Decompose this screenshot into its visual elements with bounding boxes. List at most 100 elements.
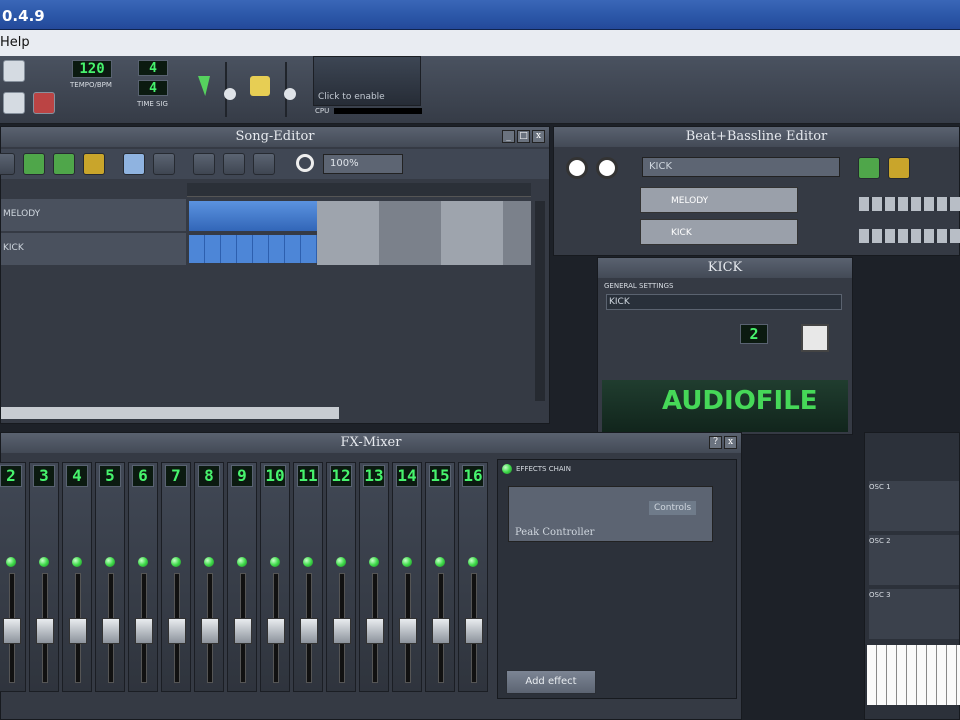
volume-slider[interactable] bbox=[224, 62, 241, 117]
mixer-channel-strip[interactable]: 8 bbox=[194, 462, 224, 692]
mute-led[interactable] bbox=[468, 557, 478, 567]
melody-pattern[interactable] bbox=[189, 201, 317, 231]
add-automation-button[interactable] bbox=[83, 153, 105, 175]
fader-handle[interactable] bbox=[3, 618, 21, 644]
insert-bar-button[interactable] bbox=[193, 153, 215, 175]
minimize-icon[interactable]: _ bbox=[502, 130, 515, 143]
pitch-icon[interactable] bbox=[250, 76, 270, 96]
fader-handle[interactable] bbox=[399, 618, 417, 644]
cpu-graph[interactable]: Click to enable bbox=[313, 56, 421, 106]
mixer-channel-strip[interactable]: 5 bbox=[95, 462, 125, 692]
mixer-channel-strip[interactable]: 15 bbox=[425, 462, 455, 692]
remove-bar-button[interactable] bbox=[223, 153, 245, 175]
autoscroll-button[interactable] bbox=[253, 153, 275, 175]
draw-mode-button[interactable] bbox=[123, 153, 145, 175]
mixer-channel-strip[interactable]: 14 bbox=[392, 462, 422, 692]
save-preset-icon[interactable] bbox=[801, 324, 829, 352]
fader-handle[interactable] bbox=[102, 618, 120, 644]
mixer-channel-strip[interactable]: 2 bbox=[0, 462, 26, 692]
mute-led[interactable] bbox=[39, 557, 49, 567]
fader-handle[interactable] bbox=[234, 618, 252, 644]
add-effect-button[interactable]: Add effect bbox=[506, 670, 596, 694]
fader-handle[interactable] bbox=[69, 618, 87, 644]
mute-led[interactable] bbox=[435, 557, 445, 567]
mute-led[interactable] bbox=[138, 557, 148, 567]
track-row[interactable]: MELODY bbox=[1, 199, 186, 231]
bb-stop-button[interactable] bbox=[596, 157, 618, 179]
controls-button[interactable]: Controls bbox=[649, 501, 697, 515]
timesig-bottom[interactable]: 4 bbox=[138, 80, 168, 96]
empty-bars[interactable] bbox=[317, 201, 531, 265]
osc-panel[interactable]: OSC 2 bbox=[869, 535, 959, 585]
mixer-channel-strip[interactable]: 11 bbox=[293, 462, 323, 692]
add-steps-button[interactable] bbox=[888, 157, 910, 179]
mute-led[interactable] bbox=[171, 557, 181, 567]
fader-handle[interactable] bbox=[432, 618, 450, 644]
mixer-channel-strip[interactable]: 4 bbox=[62, 462, 92, 692]
pattern-select[interactable]: KICK bbox=[642, 157, 840, 177]
song-scrollbar-h[interactable] bbox=[1, 407, 339, 419]
bb-track[interactable]: MELODY bbox=[640, 187, 798, 213]
instrument-name-field[interactable]: KICK bbox=[606, 294, 842, 310]
mute-led[interactable] bbox=[204, 557, 214, 567]
pitch-slider[interactable] bbox=[284, 62, 301, 117]
fx-channel-display[interactable]: 2 bbox=[740, 324, 768, 344]
mute-led[interactable] bbox=[72, 557, 82, 567]
close-icon[interactable]: x bbox=[724, 436, 737, 449]
zoom-select[interactable]: 100% bbox=[323, 154, 403, 174]
osc-panel[interactable]: OSC 3 bbox=[869, 589, 959, 639]
osc-panel[interactable]: OSC 1 bbox=[869, 481, 959, 531]
mute-led[interactable] bbox=[270, 557, 280, 567]
mixer-channel-strip[interactable]: 10 bbox=[260, 462, 290, 692]
piano-keys[interactable] bbox=[867, 645, 960, 705]
mixer-channel-strip[interactable]: 13 bbox=[359, 462, 389, 692]
master-volume-icon[interactable] bbox=[198, 76, 210, 96]
add-sample-track-button[interactable] bbox=[53, 153, 75, 175]
mixer-channel-strip[interactable]: 12 bbox=[326, 462, 356, 692]
mute-led[interactable] bbox=[336, 557, 346, 567]
track-row[interactable]: KICK bbox=[1, 233, 186, 265]
mute-led[interactable] bbox=[402, 557, 412, 567]
song-scrollbar-v[interactable] bbox=[535, 201, 545, 401]
effects-chain-led[interactable] bbox=[502, 464, 512, 474]
edit-mode-button[interactable] bbox=[153, 153, 175, 175]
fader-handle[interactable] bbox=[135, 618, 153, 644]
export-icon[interactable] bbox=[33, 92, 55, 114]
fader-handle[interactable] bbox=[333, 618, 351, 644]
mute-led[interactable] bbox=[303, 557, 313, 567]
maximize-icon[interactable]: □ bbox=[517, 130, 530, 143]
fader-handle[interactable] bbox=[36, 618, 54, 644]
fader-handle[interactable] bbox=[465, 618, 483, 644]
step-grid[interactable] bbox=[859, 197, 960, 211]
peak-controller[interactable]: Controls Peak Controller bbox=[508, 486, 713, 542]
step-grid[interactable] bbox=[859, 229, 960, 243]
close-icon[interactable]: x bbox=[532, 130, 545, 143]
timeline-ruler[interactable] bbox=[187, 183, 531, 197]
mixer-channel-strip[interactable]: 3 bbox=[29, 462, 59, 692]
new-project-icon[interactable] bbox=[3, 60, 25, 82]
mixer-channel-strip[interactable]: 16 bbox=[458, 462, 488, 692]
mute-led[interactable] bbox=[237, 557, 247, 567]
fader-handle[interactable] bbox=[201, 618, 219, 644]
menu-help[interactable]: Help bbox=[0, 35, 30, 50]
mute-led[interactable] bbox=[6, 557, 16, 567]
mixer-channel-strip[interactable]: 7 bbox=[161, 462, 191, 692]
play-button[interactable] bbox=[0, 153, 15, 175]
mixer-channel-strip[interactable]: 9 bbox=[227, 462, 257, 692]
kick-pattern[interactable] bbox=[189, 235, 317, 263]
fader-handle[interactable] bbox=[267, 618, 285, 644]
add-beat-button[interactable] bbox=[858, 157, 880, 179]
help-icon[interactable]: ? bbox=[709, 436, 722, 449]
tempo-display[interactable]: 120 bbox=[72, 60, 112, 78]
mixer-channel-strip[interactable]: 6 bbox=[128, 462, 158, 692]
timesig-top[interactable]: 4 bbox=[138, 60, 168, 76]
fader-handle[interactable] bbox=[168, 618, 186, 644]
fader-handle[interactable] bbox=[366, 618, 384, 644]
mute-led[interactable] bbox=[105, 557, 115, 567]
mute-led[interactable] bbox=[369, 557, 379, 567]
save-project-icon[interactable] bbox=[3, 92, 25, 114]
fader-handle[interactable] bbox=[300, 618, 318, 644]
bb-play-button[interactable] bbox=[566, 157, 588, 179]
add-beat-track-button[interactable] bbox=[23, 153, 45, 175]
bb-track[interactable]: KICK bbox=[640, 219, 798, 245]
